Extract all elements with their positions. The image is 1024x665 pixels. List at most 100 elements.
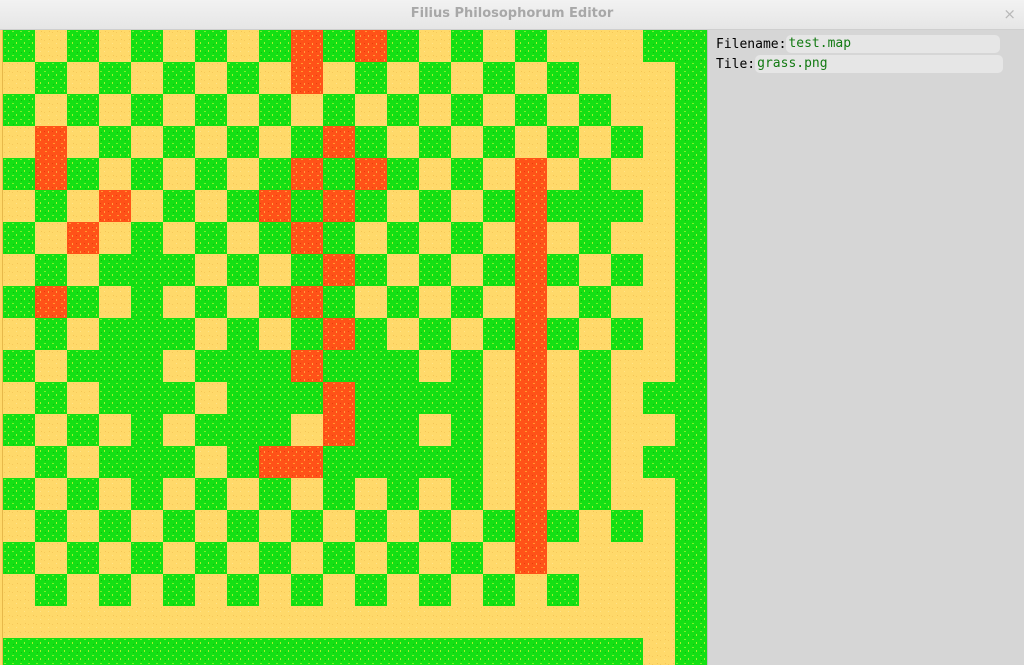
- sand-tile[interactable]: [99, 414, 131, 446]
- grass-tile[interactable]: [3, 350, 35, 382]
- sand-tile[interactable]: [67, 254, 99, 286]
- grass-tile[interactable]: [387, 446, 419, 478]
- sand-tile[interactable]: [291, 94, 323, 126]
- sand-tile[interactable]: [451, 510, 483, 542]
- sand-tile[interactable]: [355, 94, 387, 126]
- grass-tile[interactable]: [163, 254, 195, 286]
- sand-tile[interactable]: [547, 414, 579, 446]
- grass-tile[interactable]: [675, 574, 707, 606]
- grass-tile[interactable]: [35, 510, 67, 542]
- grass-tile[interactable]: [195, 350, 227, 382]
- grass-tile[interactable]: [451, 94, 483, 126]
- sand-tile[interactable]: [643, 414, 675, 446]
- grass-tile[interactable]: [227, 62, 259, 94]
- sand-tile[interactable]: [227, 158, 259, 190]
- grass-tile[interactable]: [3, 638, 35, 665]
- grass-tile[interactable]: [547, 318, 579, 350]
- sand-tile[interactable]: [643, 158, 675, 190]
- grass-tile[interactable]: [483, 126, 515, 158]
- grass-tile[interactable]: [35, 62, 67, 94]
- sand-tile[interactable]: [611, 574, 643, 606]
- grass-tile[interactable]: [131, 382, 163, 414]
- grass-tile[interactable]: [387, 542, 419, 574]
- sand-tile[interactable]: [99, 30, 131, 62]
- sand-tile[interactable]: [67, 606, 99, 638]
- sand-tile[interactable]: [291, 414, 323, 446]
- close-icon[interactable]: ×: [1003, 5, 1016, 23]
- sand-tile[interactable]: [419, 222, 451, 254]
- sand-tile[interactable]: [355, 222, 387, 254]
- grass-tile[interactable]: [259, 350, 291, 382]
- grass-tile[interactable]: [131, 158, 163, 190]
- sand-tile[interactable]: [483, 542, 515, 574]
- grass-tile[interactable]: [227, 126, 259, 158]
- sand-tile[interactable]: [643, 62, 675, 94]
- sand-tile[interactable]: [611, 446, 643, 478]
- grass-tile[interactable]: [131, 350, 163, 382]
- grass-tile[interactable]: [675, 318, 707, 350]
- sand-tile[interactable]: [451, 574, 483, 606]
- grass-tile[interactable]: [259, 158, 291, 190]
- sand-tile[interactable]: [163, 414, 195, 446]
- grass-tile[interactable]: [99, 446, 131, 478]
- grass-tile[interactable]: [99, 638, 131, 665]
- sand-tile[interactable]: [259, 606, 291, 638]
- grass-tile[interactable]: [195, 414, 227, 446]
- grass-tile[interactable]: [323, 286, 355, 318]
- sand-tile[interactable]: [67, 62, 99, 94]
- grass-tile[interactable]: [387, 94, 419, 126]
- sand-tile[interactable]: [419, 286, 451, 318]
- grass-tile[interactable]: [227, 318, 259, 350]
- grass-tile[interactable]: [387, 30, 419, 62]
- grass-tile[interactable]: [419, 510, 451, 542]
- grass-tile[interactable]: [195, 542, 227, 574]
- grass-tile[interactable]: [483, 638, 515, 665]
- sand-tile[interactable]: [35, 606, 67, 638]
- sand-tile[interactable]: [547, 606, 579, 638]
- lava-tile[interactable]: [323, 190, 355, 222]
- grass-tile[interactable]: [579, 286, 611, 318]
- grass-tile[interactable]: [323, 478, 355, 510]
- grass-tile[interactable]: [547, 510, 579, 542]
- lava-tile[interactable]: [323, 318, 355, 350]
- grass-tile[interactable]: [675, 510, 707, 542]
- grass-tile[interactable]: [675, 446, 707, 478]
- grass-tile[interactable]: [675, 286, 707, 318]
- grass-tile[interactable]: [355, 350, 387, 382]
- sand-tile[interactable]: [611, 158, 643, 190]
- grass-tile[interactable]: [611, 126, 643, 158]
- lava-tile[interactable]: [291, 286, 323, 318]
- grass-tile[interactable]: [163, 574, 195, 606]
- grass-tile[interactable]: [387, 286, 419, 318]
- lava-tile[interactable]: [323, 414, 355, 446]
- grass-tile[interactable]: [355, 318, 387, 350]
- grass-tile[interactable]: [675, 638, 707, 665]
- sand-tile[interactable]: [163, 222, 195, 254]
- grass-tile[interactable]: [547, 62, 579, 94]
- grass-tile[interactable]: [323, 94, 355, 126]
- sand-tile[interactable]: [131, 574, 163, 606]
- grass-tile[interactable]: [131, 542, 163, 574]
- sand-tile[interactable]: [419, 542, 451, 574]
- sand-tile[interactable]: [131, 126, 163, 158]
- sand-tile[interactable]: [483, 606, 515, 638]
- sand-tile[interactable]: [611, 222, 643, 254]
- sand-tile[interactable]: [611, 62, 643, 94]
- grass-tile[interactable]: [451, 638, 483, 665]
- sand-tile[interactable]: [643, 510, 675, 542]
- sand-tile[interactable]: [227, 606, 259, 638]
- grass-tile[interactable]: [355, 574, 387, 606]
- sand-tile[interactable]: [195, 606, 227, 638]
- grass-tile[interactable]: [227, 190, 259, 222]
- grass-tile[interactable]: [131, 446, 163, 478]
- grass-tile[interactable]: [611, 254, 643, 286]
- lava-tile[interactable]: [291, 222, 323, 254]
- grass-tile[interactable]: [99, 62, 131, 94]
- grass-tile[interactable]: [355, 638, 387, 665]
- sand-tile[interactable]: [3, 574, 35, 606]
- sand-tile[interactable]: [323, 510, 355, 542]
- grass-tile[interactable]: [675, 542, 707, 574]
- sand-tile[interactable]: [67, 318, 99, 350]
- grass-tile[interactable]: [3, 30, 35, 62]
- lava-tile[interactable]: [291, 30, 323, 62]
